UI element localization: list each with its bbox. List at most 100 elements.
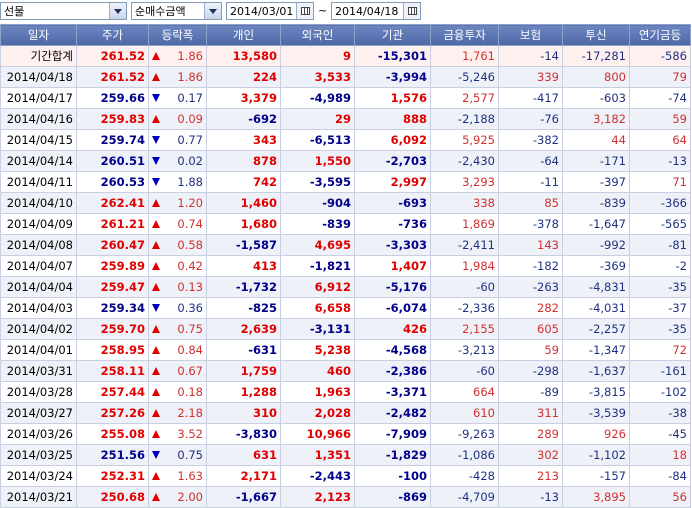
column-header[interactable]: 기관 xyxy=(354,24,431,46)
up-arrow-icon xyxy=(152,241,160,249)
price-cell: 258.11 xyxy=(76,360,149,382)
column-header[interactable]: 개인 xyxy=(206,24,281,46)
inst-cell: 426 xyxy=(354,318,431,340)
metric-select[interactable]: 순매수금액 xyxy=(131,2,222,20)
inst-cell: 888 xyxy=(354,108,431,130)
indiv-cell: 2,171 xyxy=(206,465,281,487)
ins-cell: -89 xyxy=(498,381,563,403)
foreign-cell: 2,123 xyxy=(280,486,355,508)
change-cell: 2.18 xyxy=(148,402,207,424)
pension-cell: -35 xyxy=(629,276,691,298)
table-row[interactable]: 2014/03/31 258.11 0.67 1,759 460 -2,386 -60 -29… xyxy=(0,360,691,382)
table-row[interactable]: 2014/04/18 261.52 1.86 224 3,533 -3,994 -5,246… xyxy=(0,66,691,88)
table-row[interactable]: 2014/04/01 258.95 0.84 -631 5,238 -4,568 -3,21… xyxy=(0,339,691,361)
trust-cell: -3,815 xyxy=(562,381,630,403)
table-row[interactable]: 2014/03/24 252.31 1.63 2,171 -2,443 -100 -428 2… xyxy=(0,465,691,487)
table-body: 기간합계 261.52 1.86 13,580 9 -15,301 1,761 -14 -17,… xyxy=(0,45,691,508)
date-cell: 2014/03/26 xyxy=(0,423,77,445)
table-row[interactable]: 2014/04/04 259.47 0.13 -1,732 6,912 -5,176 -60… xyxy=(0,276,691,298)
price-cell: 262.41 xyxy=(76,192,149,214)
inst-cell: -4,568 xyxy=(354,339,431,361)
date-cell: 2014/04/15 xyxy=(0,129,77,151)
inst-cell: -5,176 xyxy=(354,276,431,298)
price-cell: 260.47 xyxy=(76,234,149,256)
inst-cell: 2,997 xyxy=(354,171,431,193)
column-header[interactable]: 외국인 xyxy=(280,24,355,46)
table-row[interactable]: 2014/04/17 259.66 0.17 3,379 -4,989 1,576 2,57… xyxy=(0,87,691,109)
ins-cell: -263 xyxy=(498,276,563,298)
down-arrow-icon xyxy=(152,451,160,459)
pension-cell: 72 xyxy=(629,339,691,361)
table-row[interactable]: 2014/04/15 259.74 0.77 343 -6,513 6,092 5,925-… xyxy=(0,129,691,151)
trust-cell: -4,031 xyxy=(562,297,630,319)
foreign-cell: -839 xyxy=(280,213,355,235)
trust-cell: 44 xyxy=(562,129,630,151)
inst-cell: -2,386 xyxy=(354,360,431,382)
date-cell: 기간합계 xyxy=(0,45,77,67)
chevron-down-icon[interactable] xyxy=(204,3,221,19)
table-row[interactable]: 2014/04/09 261.21 0.74 1,680 -839 -736 1,869 -3… xyxy=(0,213,691,235)
ins-cell: -417 xyxy=(498,87,563,109)
ins-cell: -76 xyxy=(498,108,563,130)
table-row[interactable]: 2014/04/08 260.47 0.58 -1,587 4,695 -3,303 -2,… xyxy=(0,234,691,256)
trust-cell: -3,539 xyxy=(562,402,630,424)
start-date-field[interactable]: 2014/03/01 xyxy=(226,2,314,20)
column-header[interactable]: 주가 xyxy=(76,24,149,46)
chevron-down-icon[interactable] xyxy=(109,3,126,19)
down-arrow-icon xyxy=(152,304,160,312)
trust-cell: -369 xyxy=(562,255,630,277)
ins-cell: -182 xyxy=(498,255,563,277)
column-header[interactable]: 등락폭 xyxy=(148,24,207,46)
ins-cell: 302 xyxy=(498,444,563,466)
foreign-cell: -4,989 xyxy=(280,87,355,109)
pension-cell: 59 xyxy=(629,108,691,130)
up-arrow-icon xyxy=(152,346,160,354)
column-header[interactable]: 일자 xyxy=(0,24,77,46)
change-cell: 1.63 xyxy=(148,465,207,487)
inst-cell: -1,829 xyxy=(354,444,431,466)
column-header[interactable]: 연기금등 xyxy=(629,24,691,46)
market-select[interactable]: 선물 xyxy=(0,2,127,20)
pension-cell: -38 xyxy=(629,402,691,424)
calendar-icon[interactable] xyxy=(403,3,420,19)
indiv-cell: -3,830 xyxy=(206,423,281,445)
up-arrow-icon xyxy=(152,115,160,123)
column-header[interactable]: 보험 xyxy=(498,24,563,46)
start-date-value: 2014/03/01 xyxy=(230,4,294,18)
ins-cell: -11 xyxy=(498,171,563,193)
table-row[interactable]: 2014/04/03 259.34 0.36 -825 6,658 -6,074 -2,33… xyxy=(0,297,691,319)
table-row[interactable]: 2014/04/10 262.41 1.20 1,460 -904 -693 338 85 -8… xyxy=(0,192,691,214)
table-row[interactable]: 2014/04/14 260.51 0.02 878 1,550 -2,703 -2,430… xyxy=(0,150,691,172)
period-total-row[interactable]: 기간합계 261.52 1.86 13,580 9 -15,301 1,761 -14 -17,… xyxy=(0,45,691,67)
trust-cell: -1,647 xyxy=(562,213,630,235)
table-row[interactable]: 2014/04/02 259.70 0.75 2,639 -3,131 426 2,155 6… xyxy=(0,318,691,340)
column-header[interactable]: 금융투자 xyxy=(430,24,499,46)
table-row[interactable]: 2014/03/21 250.68 2.00 -1,667 2,123 -869 -4,70… xyxy=(0,486,691,508)
end-date-field[interactable]: 2014/04/18 xyxy=(331,2,421,20)
indiv-cell: -1,587 xyxy=(206,234,281,256)
change-value: 0.58 xyxy=(177,238,203,252)
pension-cell: -81 xyxy=(629,234,691,256)
pension-cell: -161 xyxy=(629,360,691,382)
calendar-icon[interactable] xyxy=(296,3,313,19)
ins-cell: 59 xyxy=(498,339,563,361)
table-row[interactable]: 2014/04/07 259.89 0.42 413 -1,821 1,407 1,984-… xyxy=(0,255,691,277)
table-row[interactable]: 2014/03/27 257.26 2.18 310 2,028 -2,482 610 311… xyxy=(0,402,691,424)
ins-cell: 143 xyxy=(498,234,563,256)
table-row[interactable]: 2014/04/16 259.83 0.09 -692 29 888 -2,188 -76 3,… xyxy=(0,108,691,130)
inst-cell: -869 xyxy=(354,486,431,508)
table-row[interactable]: 2014/03/28 257.44 0.18 1,288 1,963 -3,371 664-… xyxy=(0,381,691,403)
up-arrow-icon xyxy=(152,472,160,480)
up-arrow-icon xyxy=(152,388,160,396)
table-row[interactable]: 2014/04/11 260.53 1.88 742 -3,595 2,997 3,293-… xyxy=(0,171,691,193)
inst-cell: -2,703 xyxy=(354,150,431,172)
column-header[interactable]: 투신 xyxy=(562,24,630,46)
trust-cell: -17,281 xyxy=(562,45,630,67)
indiv-cell: 310 xyxy=(206,402,281,424)
date-cell: 2014/04/11 xyxy=(0,171,77,193)
price-cell: 260.51 xyxy=(76,150,149,172)
table-row[interactable]: 2014/03/25 251.56 0.75 631 1,351 -1,829 -1,086… xyxy=(0,444,691,466)
change-cell: 0.09 xyxy=(148,108,207,130)
ins-cell: -298 xyxy=(498,360,563,382)
table-row[interactable]: 2014/03/26 255.08 3.52 -3,830 10,966 -7,909 -9… xyxy=(0,423,691,445)
